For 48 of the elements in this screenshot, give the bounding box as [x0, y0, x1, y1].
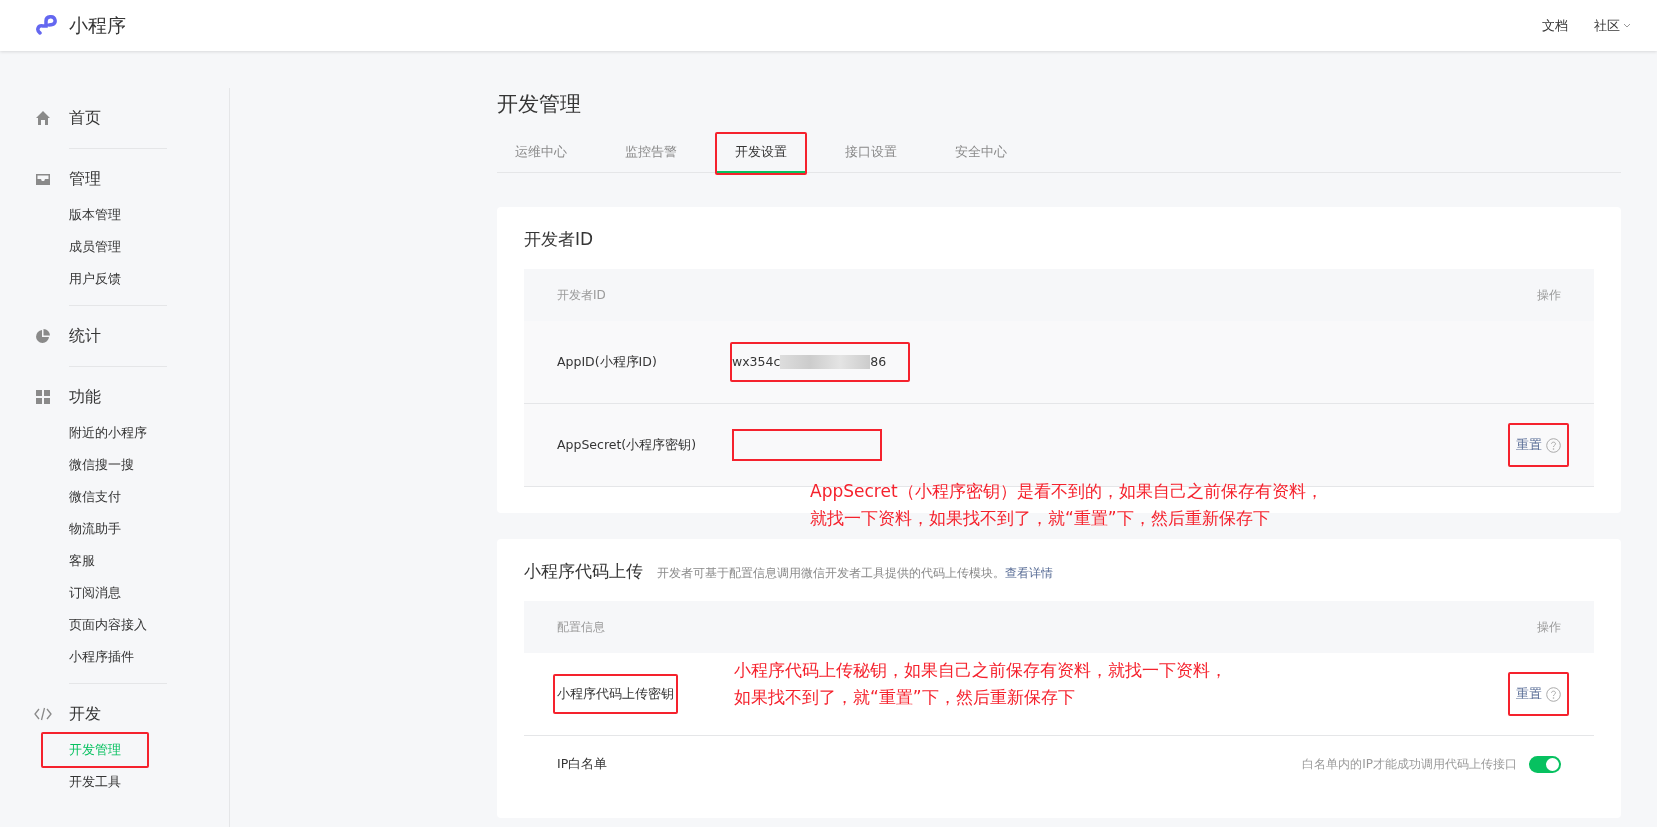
sidebar-item[interactable]: 成员管理 — [69, 231, 121, 263]
annotation-note: 小程序代码上传秘钥，如果自己之前保存有资料，就找一下资料， 如果找不到了，就“重置”下，然后重新保存下 — [734, 659, 1227, 709]
card-title: 开发者ID — [524, 228, 594, 251]
column-header: 操作 — [1537, 618, 1561, 636]
card-title: 小程序代码上传 — [524, 560, 643, 583]
chevron-down-icon — [1623, 22, 1631, 29]
sidebar-item[interactable]: 客服 — [69, 545, 95, 577]
annotation-note: AppSecret（小程序密钥）是看不到的，如果自己之前保存有资料， 就找一下资料，如果找不到了，就“重置”下，然后重新保存下 — [810, 480, 1323, 530]
sidebar-item[interactable]: 版本管理 — [69, 199, 121, 231]
reset-link[interactable]: 重置 — [1516, 684, 1561, 704]
details-link[interactable]: 查看详情 — [1005, 566, 1053, 580]
toggle-switch[interactable] — [1529, 755, 1561, 773]
row-label: AppID(小程序ID) — [557, 353, 657, 371]
sidebar-item[interactable]: 微信支付 — [69, 481, 121, 513]
sidebar-item[interactable]: 附近的小程序 — [69, 417, 147, 449]
toggle-hint: 白名单内的IP才能成功调用代码上传接口 — [1302, 755, 1517, 773]
row-label: 小程序代码上传密钥 — [557, 685, 674, 703]
pie-chart-icon — [34, 327, 52, 345]
header-link[interactable]: 社区 — [1594, 16, 1631, 35]
help-icon — [1546, 437, 1561, 453]
app-id-value: wx354c 86 — [732, 353, 887, 371]
column-header: 开发者ID — [557, 286, 606, 304]
home-icon — [34, 109, 52, 127]
sidebar-item[interactable]: 微信搜一搜 — [69, 449, 134, 481]
column-header: 配置信息 — [557, 618, 605, 636]
sidebar-group[interactable]: 首页 — [69, 107, 101, 129]
logo-text: 小程序 — [69, 12, 126, 38]
reset-link[interactable]: 重置 — [1516, 435, 1561, 455]
sidebar-group[interactable]: 统计 — [69, 325, 101, 347]
help-icon — [1546, 686, 1561, 702]
sidebar-group[interactable]: 管理 — [69, 168, 101, 190]
tab[interactable]: 开发设置 — [717, 139, 805, 173]
sidebar-item[interactable]: 页面内容接入 — [69, 609, 147, 641]
sidebar-group[interactable]: 功能 — [69, 386, 101, 408]
header-link[interactable]: 文档 — [1542, 16, 1568, 35]
code-icon — [34, 705, 52, 723]
grid-icon — [34, 388, 52, 406]
row-label: IP白名单 — [557, 755, 608, 773]
sidebar-item[interactable]: 开发工具 — [69, 766, 121, 798]
column-header: 操作 — [1537, 286, 1561, 304]
sidebar-group[interactable]: 开发 — [69, 703, 101, 725]
sidebar-item[interactable]: 物流助手 — [69, 513, 121, 545]
row-label: AppSecret(小程序密钥) — [557, 436, 697, 454]
page-title: 开发管理 — [497, 91, 582, 118]
sidebar-item[interactable]: 小程序插件 — [69, 641, 134, 673]
sidebar-item[interactable]: 订阅消息 — [69, 577, 121, 609]
card-description: 开发者可基于配置信息调用微信开发者工具提供的代码上传模块。查看详情 — [657, 565, 1053, 582]
sidebar-item[interactable]: 用户反馈 — [69, 263, 121, 295]
